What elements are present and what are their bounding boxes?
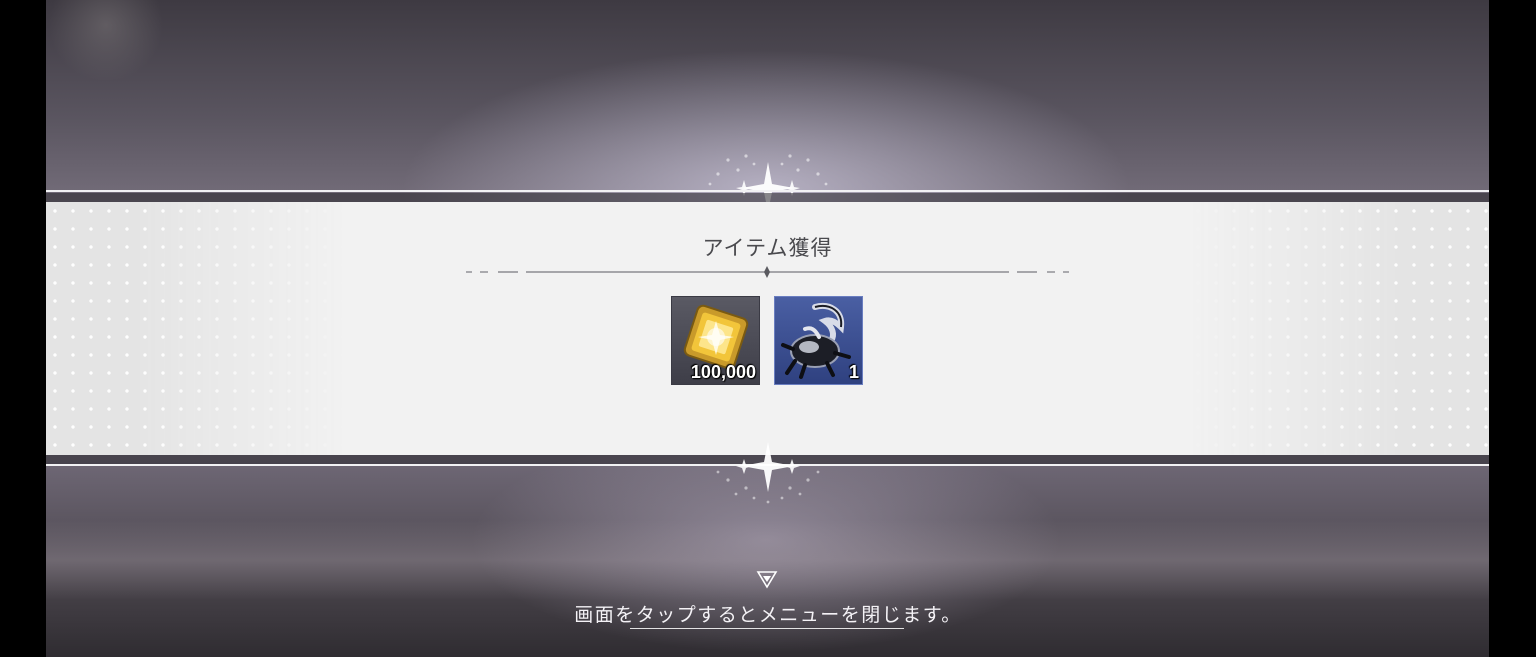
banner-top-line <box>46 190 1489 192</box>
close-hint-underline <box>630 628 904 629</box>
close-hint-text[interactable]: 画面をタップするとメニューを閉じます。 <box>0 600 1536 627</box>
item-acquired-banner: アイテム獲得 100,000 1 <box>46 202 1489 455</box>
background-blur-shape <box>46 0 166 80</box>
item-slot-beetle[interactable]: 1 <box>774 296 863 385</box>
item-quantity: 100,000 <box>690 362 756 382</box>
dialog-title: アイテム獲得 <box>702 236 833 260</box>
bottom-sparkle-icon <box>716 442 820 504</box>
banner-top-shadow <box>46 193 1489 202</box>
down-triangle-icon <box>756 571 778 589</box>
item-quantity: 1 <box>848 362 859 382</box>
title-divider <box>466 266 1069 278</box>
item-slot-gold[interactable]: 100,000 <box>671 296 760 385</box>
item-acquired-screen[interactable]: アイテム獲得 100,000 1 画面をタップするとメニューを閉じます。 <box>0 0 1536 657</box>
item-list: 100,000 1 <box>671 296 865 387</box>
